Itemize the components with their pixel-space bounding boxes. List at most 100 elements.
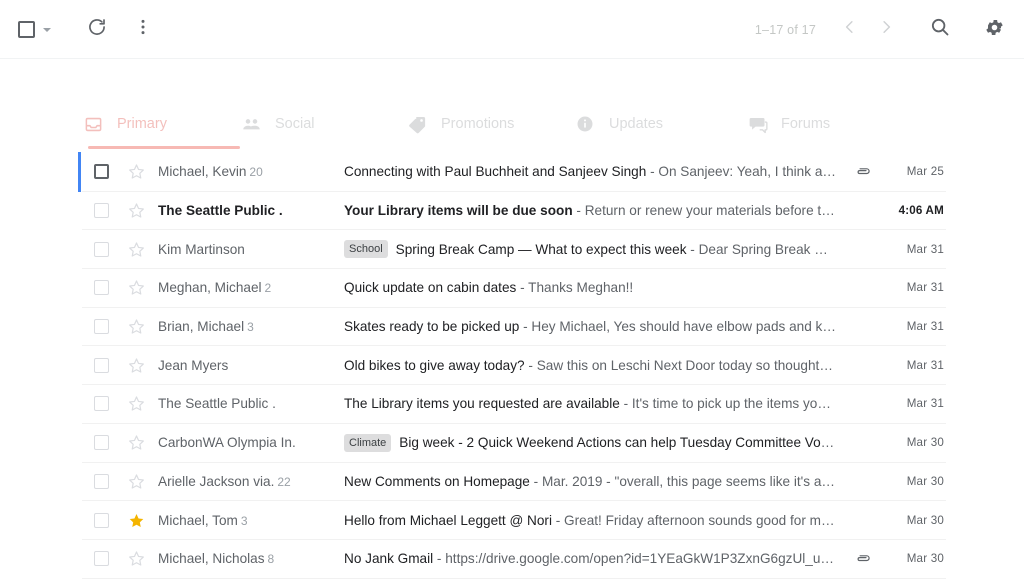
settings-button[interactable]	[974, 10, 1014, 50]
mail-subject: Spring Break Camp — What to expect this …	[396, 242, 687, 257]
tag-icon	[406, 113, 428, 135]
mail-row[interactable]: Meghan, Michael2Quick update on cabin da…	[82, 269, 946, 308]
mail-date: Mar 31	[880, 397, 946, 410]
search-icon	[929, 16, 951, 43]
mail-row[interactable]: Michael, Nicholas8No Jank Gmail - https:…	[82, 540, 946, 579]
mail-subject: New Comments on Homepage	[344, 474, 530, 489]
mail-row[interactable]: Michael, Kevin20Connecting with Paul Buc…	[82, 153, 946, 192]
mail-row[interactable]: The Seattle Public .Your Library items w…	[82, 192, 946, 231]
label-chip[interactable]: School	[344, 240, 388, 258]
star-button[interactable]	[120, 279, 152, 296]
mail-body: New Comments on Homepage - Mar. 2019 - "…	[344, 474, 846, 489]
mail-body: No Jank Gmail - https://drive.google.com…	[344, 551, 846, 566]
tab-forums[interactable]: Forums	[746, 100, 886, 148]
checkbox-icon	[94, 358, 109, 373]
sender-name: Brian, Michael3	[152, 319, 344, 334]
star-button[interactable]	[120, 473, 152, 490]
thread-count: 22	[277, 475, 290, 489]
sender-name: Michael, Tom3	[152, 513, 344, 528]
mail-subject: Hello from Michael Leggett @ Nori	[344, 513, 552, 528]
tab-primary[interactable]: Primary	[82, 100, 240, 148]
row-checkbox[interactable]	[82, 396, 120, 411]
tab-social[interactable]: Social	[240, 100, 406, 148]
mail-row[interactable]: Kim MartinsonSchool Spring Break Camp — W…	[82, 230, 946, 269]
mail-subject: Skates ready to be picked up	[344, 319, 519, 334]
more-options-button[interactable]	[123, 10, 163, 50]
sender-name: Michael, Kevin20	[152, 164, 344, 179]
star-button[interactable]	[120, 357, 152, 374]
row-checkbox[interactable]	[82, 164, 120, 179]
row-checkbox[interactable]	[82, 242, 120, 257]
row-checkbox[interactable]	[82, 551, 120, 566]
select-all-checkbox[interactable]	[12, 10, 55, 50]
toolbar-right-group: 1–17 of 17	[755, 0, 1014, 59]
mail-row[interactable]: CarbonWA Olympia In.ClimateBig week - 2 …	[82, 424, 946, 463]
sender-name: Kim Martinson	[152, 242, 344, 257]
mail-row[interactable]: Brian, Michael3Skates ready to be picked…	[82, 308, 946, 347]
checkbox-icon	[94, 513, 109, 528]
category-tabs: Primary Social Promotions	[82, 100, 946, 152]
thread-count: 2	[265, 281, 272, 295]
mail-date: Mar 25	[880, 165, 946, 178]
row-checkbox[interactable]	[82, 358, 120, 373]
mail-body: Skates ready to be picked up - Hey Micha…	[344, 319, 846, 334]
mail-subject: Connecting with Paul Buchheit and Sanjee…	[344, 164, 646, 179]
mail-date: Mar 30	[880, 436, 946, 449]
star-button[interactable]	[120, 241, 152, 258]
mail-snippet: - Return or renew your materials before …	[573, 203, 836, 218]
mail-snippet: - Dear Spring Break Ca…	[687, 242, 836, 257]
subject-and-snippet: The Library items you requested are avai…	[344, 396, 831, 411]
star-button[interactable]	[120, 434, 152, 451]
tab-primary-label: Primary	[117, 116, 167, 132]
mail-row[interactable]: Michael, Tom3Hello from Michael Leggett …	[82, 501, 946, 540]
mail-body: The Library items you requested are avai…	[344, 396, 846, 411]
row-checkbox[interactable]	[82, 474, 120, 489]
mail-date: Mar 31	[880, 359, 946, 372]
mail-row[interactable]: The Seattle Public .The Library items yo…	[82, 385, 946, 424]
mail-date: Mar 30	[880, 514, 946, 527]
thread-count: 20	[249, 165, 262, 179]
row-checkbox[interactable]	[82, 435, 120, 450]
tab-updates-label: Updates	[609, 116, 663, 132]
search-button[interactable]	[920, 10, 960, 50]
subject-and-snippet: No Jank Gmail - https://drive.google.com…	[344, 551, 834, 566]
next-page-button[interactable]	[868, 12, 904, 48]
star-button[interactable]	[120, 512, 152, 529]
star-button[interactable]	[120, 318, 152, 335]
row-checkbox[interactable]	[82, 203, 120, 218]
star-button[interactable]	[120, 395, 152, 412]
attachment-icon	[846, 550, 880, 567]
checkbox-icon	[94, 242, 109, 257]
refresh-button[interactable]	[77, 10, 117, 50]
tab-updates[interactable]: Updates	[574, 100, 746, 148]
checkbox-icon	[94, 474, 109, 489]
toolbar: 1–17 of 17	[0, 0, 1024, 59]
sender-name: Jean Myers	[152, 358, 344, 373]
row-checkbox[interactable]	[82, 280, 120, 295]
chevron-down-icon[interactable]	[43, 28, 51, 32]
checkbox-icon	[94, 203, 109, 218]
mail-row[interactable]: Arielle Jackson via.22New Comments on Ho…	[82, 463, 946, 502]
thread-count: 3	[241, 514, 248, 528]
tab-promotions[interactable]: Promotions	[406, 100, 574, 148]
mail-body: Old bikes to give away today? - Saw this…	[344, 358, 846, 373]
mail-subject: The Library items you requested are avai…	[344, 396, 620, 411]
mail-date: Mar 31	[880, 281, 946, 294]
mail-row[interactable]: Jean MyersOld bikes to give away today? …	[82, 346, 946, 385]
subject-and-snippet: New Comments on Homepage - Mar. 2019 - "…	[344, 474, 836, 489]
previous-page-button[interactable]	[832, 12, 868, 48]
mail-snippet: - Mar. 2019 - "overall, this page seems …	[530, 474, 836, 489]
star-button[interactable]	[120, 550, 152, 567]
sender-name: The Seattle Public .	[152, 203, 344, 218]
row-checkbox[interactable]	[82, 319, 120, 334]
row-checkbox[interactable]	[82, 513, 120, 528]
subject-and-snippet: Hello from Michael Leggett @ Nori - Grea…	[344, 513, 835, 528]
sender-name: Michael, Nicholas8	[152, 551, 344, 566]
subject-and-snippet: Old bikes to give away today? - Saw this…	[344, 358, 836, 373]
mail-snippet: - Thanks Meghan!!	[516, 280, 633, 295]
star-button[interactable]	[120, 202, 152, 219]
star-button[interactable]	[120, 163, 152, 180]
sender-name: Arielle Jackson via.22	[152, 474, 344, 489]
mail-subject: Old bikes to give away today?	[344, 358, 525, 373]
label-chip[interactable]: Climate	[344, 434, 391, 452]
